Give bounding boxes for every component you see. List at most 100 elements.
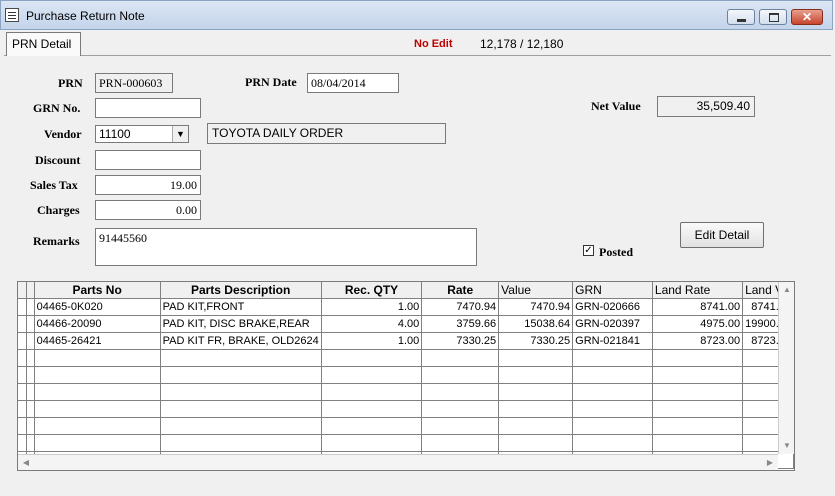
row-selector-cell[interactable] (26, 315, 35, 333)
table-cell[interactable] (160, 349, 322, 367)
table-cell[interactable] (572, 417, 653, 435)
column-header[interactable]: Land Rate (652, 282, 744, 299)
scroll-left-icon[interactable]: ◀ (18, 455, 34, 470)
scroll-right-icon[interactable]: ▶ (762, 455, 778, 470)
table-cell[interactable]: 7330.25 (498, 332, 574, 350)
table-cell[interactable] (421, 434, 500, 452)
scroll-down-icon[interactable]: ▼ (779, 438, 794, 454)
table-cell[interactable] (652, 349, 744, 367)
table-cell[interactable] (34, 417, 161, 435)
table-cell[interactable] (498, 349, 574, 367)
table-row[interactable] (18, 417, 794, 435)
table-cell[interactable] (421, 417, 500, 435)
table-cell[interactable] (321, 434, 423, 452)
table-row[interactable] (18, 400, 794, 418)
table-row[interactable] (18, 383, 794, 401)
table-cell[interactable] (160, 434, 322, 452)
table-cell[interactable]: 1.00 (321, 332, 423, 350)
row-selector-cell[interactable] (26, 366, 35, 384)
table-row[interactable] (18, 349, 794, 367)
table-cell[interactable] (160, 366, 322, 384)
table-cell[interactable] (498, 417, 574, 435)
table-cell[interactable]: 7470.94 (421, 298, 500, 316)
chevron-down-icon[interactable]: ▼ (172, 126, 188, 142)
table-cell[interactable]: 04465-26421 (34, 332, 161, 350)
table-cell[interactable]: 4975.00 (652, 315, 744, 333)
table-cell[interactable] (652, 417, 744, 435)
tab-prn-detail[interactable]: PRN Detail (6, 32, 81, 56)
row-selector-cell[interactable] (26, 298, 35, 316)
edit-detail-button[interactable]: Edit Detail (680, 222, 764, 248)
vertical-scrollbar[interactable]: ▲ ▼ (778, 282, 794, 454)
grn-field[interactable] (95, 98, 201, 118)
table-cell[interactable] (160, 383, 322, 401)
charges-field[interactable]: 0.00 (95, 200, 201, 220)
table-cell[interactable] (321, 417, 423, 435)
row-selector-cell[interactable] (18, 349, 28, 367)
table-cell[interactable] (652, 366, 744, 384)
table-cell[interactable] (321, 400, 423, 418)
table-cell[interactable] (321, 366, 423, 384)
table-cell[interactable]: GRN-021841 (572, 332, 653, 350)
close-button[interactable]: ✕ (791, 9, 823, 25)
table-cell[interactable] (421, 366, 500, 384)
table-cell[interactable] (34, 349, 161, 367)
table-cell[interactable] (321, 349, 423, 367)
table-cell[interactable]: 7330.25 (421, 332, 500, 350)
row-selector-cell[interactable] (26, 400, 35, 418)
minimize-button[interactable] (727, 9, 755, 25)
table-cell[interactable] (572, 383, 653, 401)
table-cell[interactable]: 8723.00 (652, 332, 744, 350)
table-cell[interactable] (160, 400, 322, 418)
table-cell[interactable] (498, 366, 574, 384)
discount-field[interactable] (95, 150, 201, 170)
column-header[interactable]: Rate (421, 282, 500, 299)
table-cell[interactable]: 15038.64 (498, 315, 574, 333)
maximize-button[interactable] (759, 9, 787, 25)
table-cell[interactable] (321, 383, 423, 401)
row-selector-cell[interactable] (26, 349, 35, 367)
row-selector-cell[interactable] (18, 366, 28, 384)
table-cell[interactable] (498, 400, 574, 418)
table-cell[interactable]: PAD KIT FR, BRAKE, OLD2624 (160, 332, 322, 350)
table-cell[interactable] (572, 366, 653, 384)
table-cell[interactable] (498, 383, 574, 401)
row-selector-cell[interactable] (26, 383, 35, 401)
row-selector-cell[interactable] (26, 417, 35, 435)
table-cell[interactable] (160, 417, 322, 435)
table-cell[interactable] (652, 400, 744, 418)
table-row[interactable]: 04465-26421 PAD KIT FR, BRAKE, OLD2624 1.0… (18, 332, 794, 350)
table-cell[interactable]: PAD KIT,FRONT (160, 298, 322, 316)
table-cell[interactable]: 04465-0K020 (34, 298, 161, 316)
table-cell[interactable] (572, 349, 653, 367)
table-cell[interactable]: 1.00 (321, 298, 423, 316)
sales-tax-field[interactable]: 19.00 (95, 175, 201, 195)
table-cell[interactable]: 04466-20090 (34, 315, 161, 333)
row-selector-cell[interactable] (26, 434, 35, 452)
column-header[interactable]: Parts Description (160, 282, 322, 299)
table-row[interactable] (18, 434, 794, 452)
table-row[interactable] (18, 366, 794, 384)
prn-date-field[interactable]: 08/04/2014 (307, 73, 399, 93)
table-cell[interactable] (652, 383, 744, 401)
parts-grid[interactable]: Parts No Parts Description Rec. QTY Rate… (17, 281, 795, 471)
table-cell[interactable]: 8741.00 (652, 298, 744, 316)
row-selector-cell[interactable] (18, 383, 28, 401)
table-cell[interactable] (498, 434, 574, 452)
row-selector-cell[interactable] (18, 417, 28, 435)
table-cell[interactable]: GRN-020666 (572, 298, 653, 316)
posted-checkbox[interactable]: ✓ (583, 245, 594, 256)
table-cell[interactable] (421, 349, 500, 367)
row-selector-cell[interactable] (18, 400, 28, 418)
table-cell[interactable]: PAD KIT, DISC BRAKE,REAR (160, 315, 322, 333)
column-header[interactable]: Rec. QTY (321, 282, 423, 299)
table-cell[interactable] (34, 400, 161, 418)
column-header[interactable]: Parts No (34, 282, 161, 299)
table-cell[interactable] (572, 434, 653, 452)
scroll-up-icon[interactable]: ▲ (779, 282, 794, 298)
table-cell[interactable] (421, 383, 500, 401)
horizontal-scrollbar[interactable]: ◀ ▶ (18, 454, 778, 470)
remarks-field[interactable]: 91445560 (95, 228, 477, 266)
row-selector-cell[interactable] (26, 332, 35, 350)
table-cell[interactable] (34, 366, 161, 384)
